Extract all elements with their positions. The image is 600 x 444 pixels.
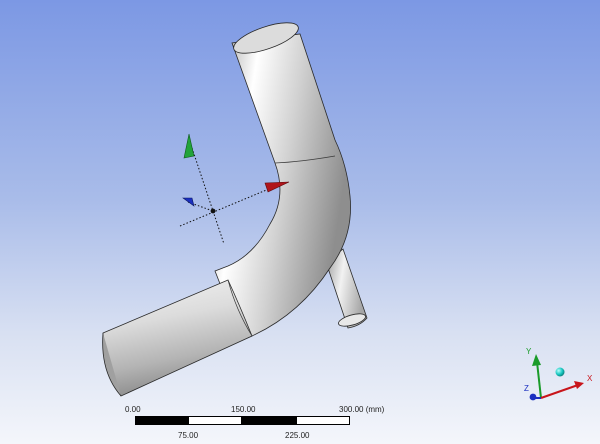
triad-y-arrow-icon xyxy=(532,354,541,366)
cs-y-arrow-icon xyxy=(183,133,195,159)
cs-x-axis-line xyxy=(179,185,277,227)
triad-y-label: Y xyxy=(526,347,532,356)
triad-x-label: X xyxy=(587,374,593,383)
triad-x-arrow-icon xyxy=(574,381,584,389)
triad-z-label: Z xyxy=(524,384,529,393)
triad-iso-ball-icon[interactable] xyxy=(555,367,565,377)
graphics-viewport[interactable]: 0.00 150.00 300.00 (mm) 75.00 225.00 Y X… xyxy=(0,0,600,444)
elbow-pipe xyxy=(214,22,351,341)
cs-origin-icon xyxy=(210,208,216,214)
lower-pipe xyxy=(102,279,253,397)
cs-z-arrow-icon xyxy=(182,197,195,207)
triad-z-arrow-icon xyxy=(529,393,537,401)
cs-y-axis-line xyxy=(191,147,225,245)
